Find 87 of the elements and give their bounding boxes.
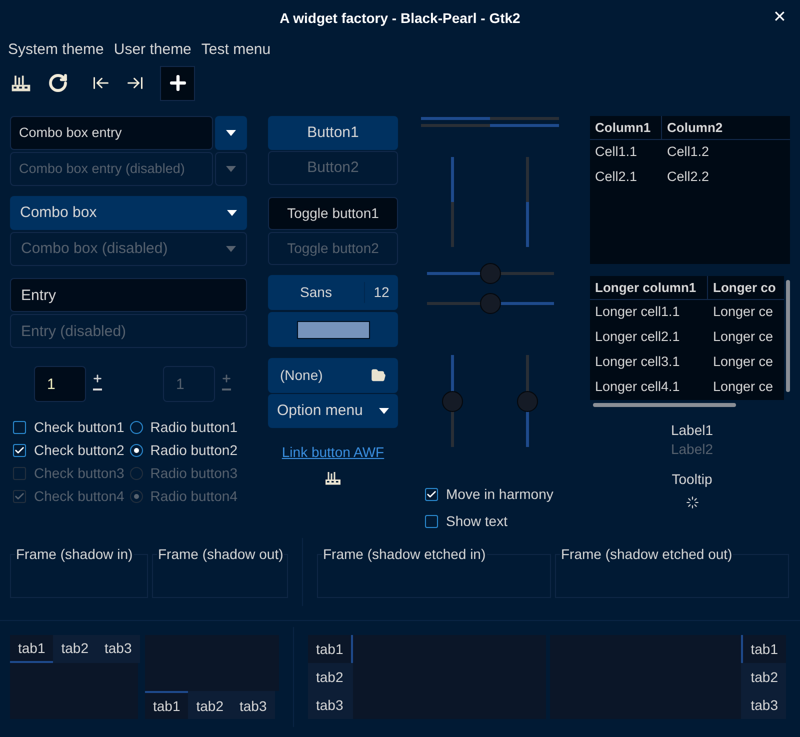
slider[interactable]: [426, 293, 554, 314]
radio-label: Radio button1: [150, 418, 238, 437]
checkbox-label: Check button2: [34, 441, 124, 460]
caret-icon: [226, 166, 236, 172]
label: Label1: [670, 421, 714, 440]
checkbox[interactable]: [13, 444, 26, 457]
table-cell-text: Longer ce: [712, 378, 774, 396]
add-button[interactable]: [160, 66, 195, 100]
table-cell-text: Longer ce: [712, 328, 774, 346]
checkbox-label: Check button1: [34, 418, 124, 437]
tab[interactable]: tab3: [232, 691, 275, 719]
caret-icon: [226, 130, 236, 136]
tab[interactable]: tab2: [53, 635, 96, 663]
table-cell-text: Cell2.1: [594, 168, 638, 186]
radio-button[interactable]: [130, 421, 144, 434]
table-cell-text: Longer ce: [712, 353, 774, 372]
slider-thumb[interactable]: [442, 391, 463, 412]
checkbox[interactable]: [425, 515, 438, 528]
push-button[interactable]: Button1: [268, 116, 398, 150]
link-button[interactable]: Link button AWF: [268, 442, 398, 463]
slider-thumb[interactable]: [517, 391, 538, 412]
radio-label: Radio button4: [150, 487, 238, 506]
dropdown-button[interactable]: [215, 116, 247, 150]
table-cell-text: Cell1.2: [666, 143, 710, 162]
tab[interactable]: tab1: [10, 635, 54, 663]
slider[interactable]: [426, 263, 554, 284]
spinner-icon: [686, 496, 698, 509]
radio-label: Radio button3: [150, 464, 238, 483]
menu-item[interactable]: Test menu: [201, 38, 271, 62]
color-button[interactable]: [268, 312, 398, 347]
arrow-left-to-line-icon[interactable]: [92, 74, 110, 92]
tab[interactable]: tab3: [308, 691, 354, 719]
plus-icon[interactable]: [92, 373, 103, 384]
table-cell-text: Cell2.2: [666, 168, 710, 186]
entry-field[interactable]: Entry: [10, 278, 247, 312]
close-icon[interactable]: ✕: [773, 10, 786, 26]
factory-icon[interactable]: [324, 469, 342, 487]
scrollbar[interactable]: [786, 280, 790, 392]
table-cell-text: Longer cell2.1: [594, 328, 681, 346]
label: Label2: [670, 440, 714, 459]
tab[interactable]: tab1: [308, 635, 354, 663]
checkbox-label: Move in harmony: [446, 485, 554, 504]
scrollbar[interactable]: [593, 403, 736, 407]
slider[interactable]: [517, 355, 538, 447]
table-cell-text: Longer cell4.1: [594, 378, 681, 396]
column-header[interactable]: Longer column1: [590, 276, 708, 299]
combo-box[interactable]: Combo box: [10, 196, 247, 230]
tab[interactable]: tab3: [96, 635, 140, 663]
caret-icon: [379, 408, 389, 414]
slider[interactable]: [442, 355, 463, 447]
column-header[interactable]: Column2: [662, 116, 728, 139]
checkbox[interactable]: [13, 421, 26, 434]
toggle-button[interactable]: Toggle button1: [268, 197, 398, 230]
option-menu[interactable]: Option menu: [268, 394, 398, 428]
table-cell-text: Longer cell3.1: [594, 353, 681, 372]
table-cell-text: Cell1.1: [594, 143, 638, 162]
refresh-icon[interactable]: [48, 73, 68, 93]
combo-entry-field[interactable]: Combo box entry: [10, 116, 213, 150]
menu-item[interactable]: System theme: [8, 38, 104, 62]
radio-label: Radio button2: [150, 441, 238, 460]
table-cell-text: Longer ce: [712, 303, 774, 322]
arrow-right-to-line-icon[interactable]: [126, 74, 144, 92]
checkbox-label: Show text: [446, 512, 508, 531]
slider-thumb[interactable]: [480, 293, 501, 314]
radio-button[interactable]: [130, 444, 144, 457]
tab[interactable]: tab1: [145, 691, 188, 719]
column-header[interactable]: Column1: [590, 116, 662, 139]
tab[interactable]: tab1: [740, 635, 786, 663]
tooltip-label: Tooltip: [672, 470, 712, 489]
table-cell-text: Longer cell1.1: [594, 303, 681, 322]
checkbox[interactable]: [425, 488, 438, 501]
file-chooser-button[interactable]: (None): [268, 358, 398, 393]
caret-icon: [226, 246, 236, 252]
tab[interactable]: tab2: [188, 691, 232, 719]
window-title: A widget factory - Black-Pearl - Gtk2: [280, 8, 520, 28]
caret-icon: [227, 210, 237, 216]
checkbox-label: Check button3: [34, 464, 124, 483]
font-button[interactable]: Sans 12: [268, 275, 398, 310]
spin-field[interactable]: 1: [34, 366, 86, 402]
checkbox-label: Check button4: [34, 487, 124, 506]
folder-icon: [371, 368, 386, 383]
slider-thumb[interactable]: [480, 263, 501, 284]
tab[interactable]: tab2: [308, 663, 354, 691]
menu-item[interactable]: User theme: [114, 38, 192, 62]
tab[interactable]: tab2: [740, 663, 786, 691]
column-header[interactable]: Longer co: [708, 276, 781, 299]
tab[interactable]: tab3: [740, 691, 786, 719]
